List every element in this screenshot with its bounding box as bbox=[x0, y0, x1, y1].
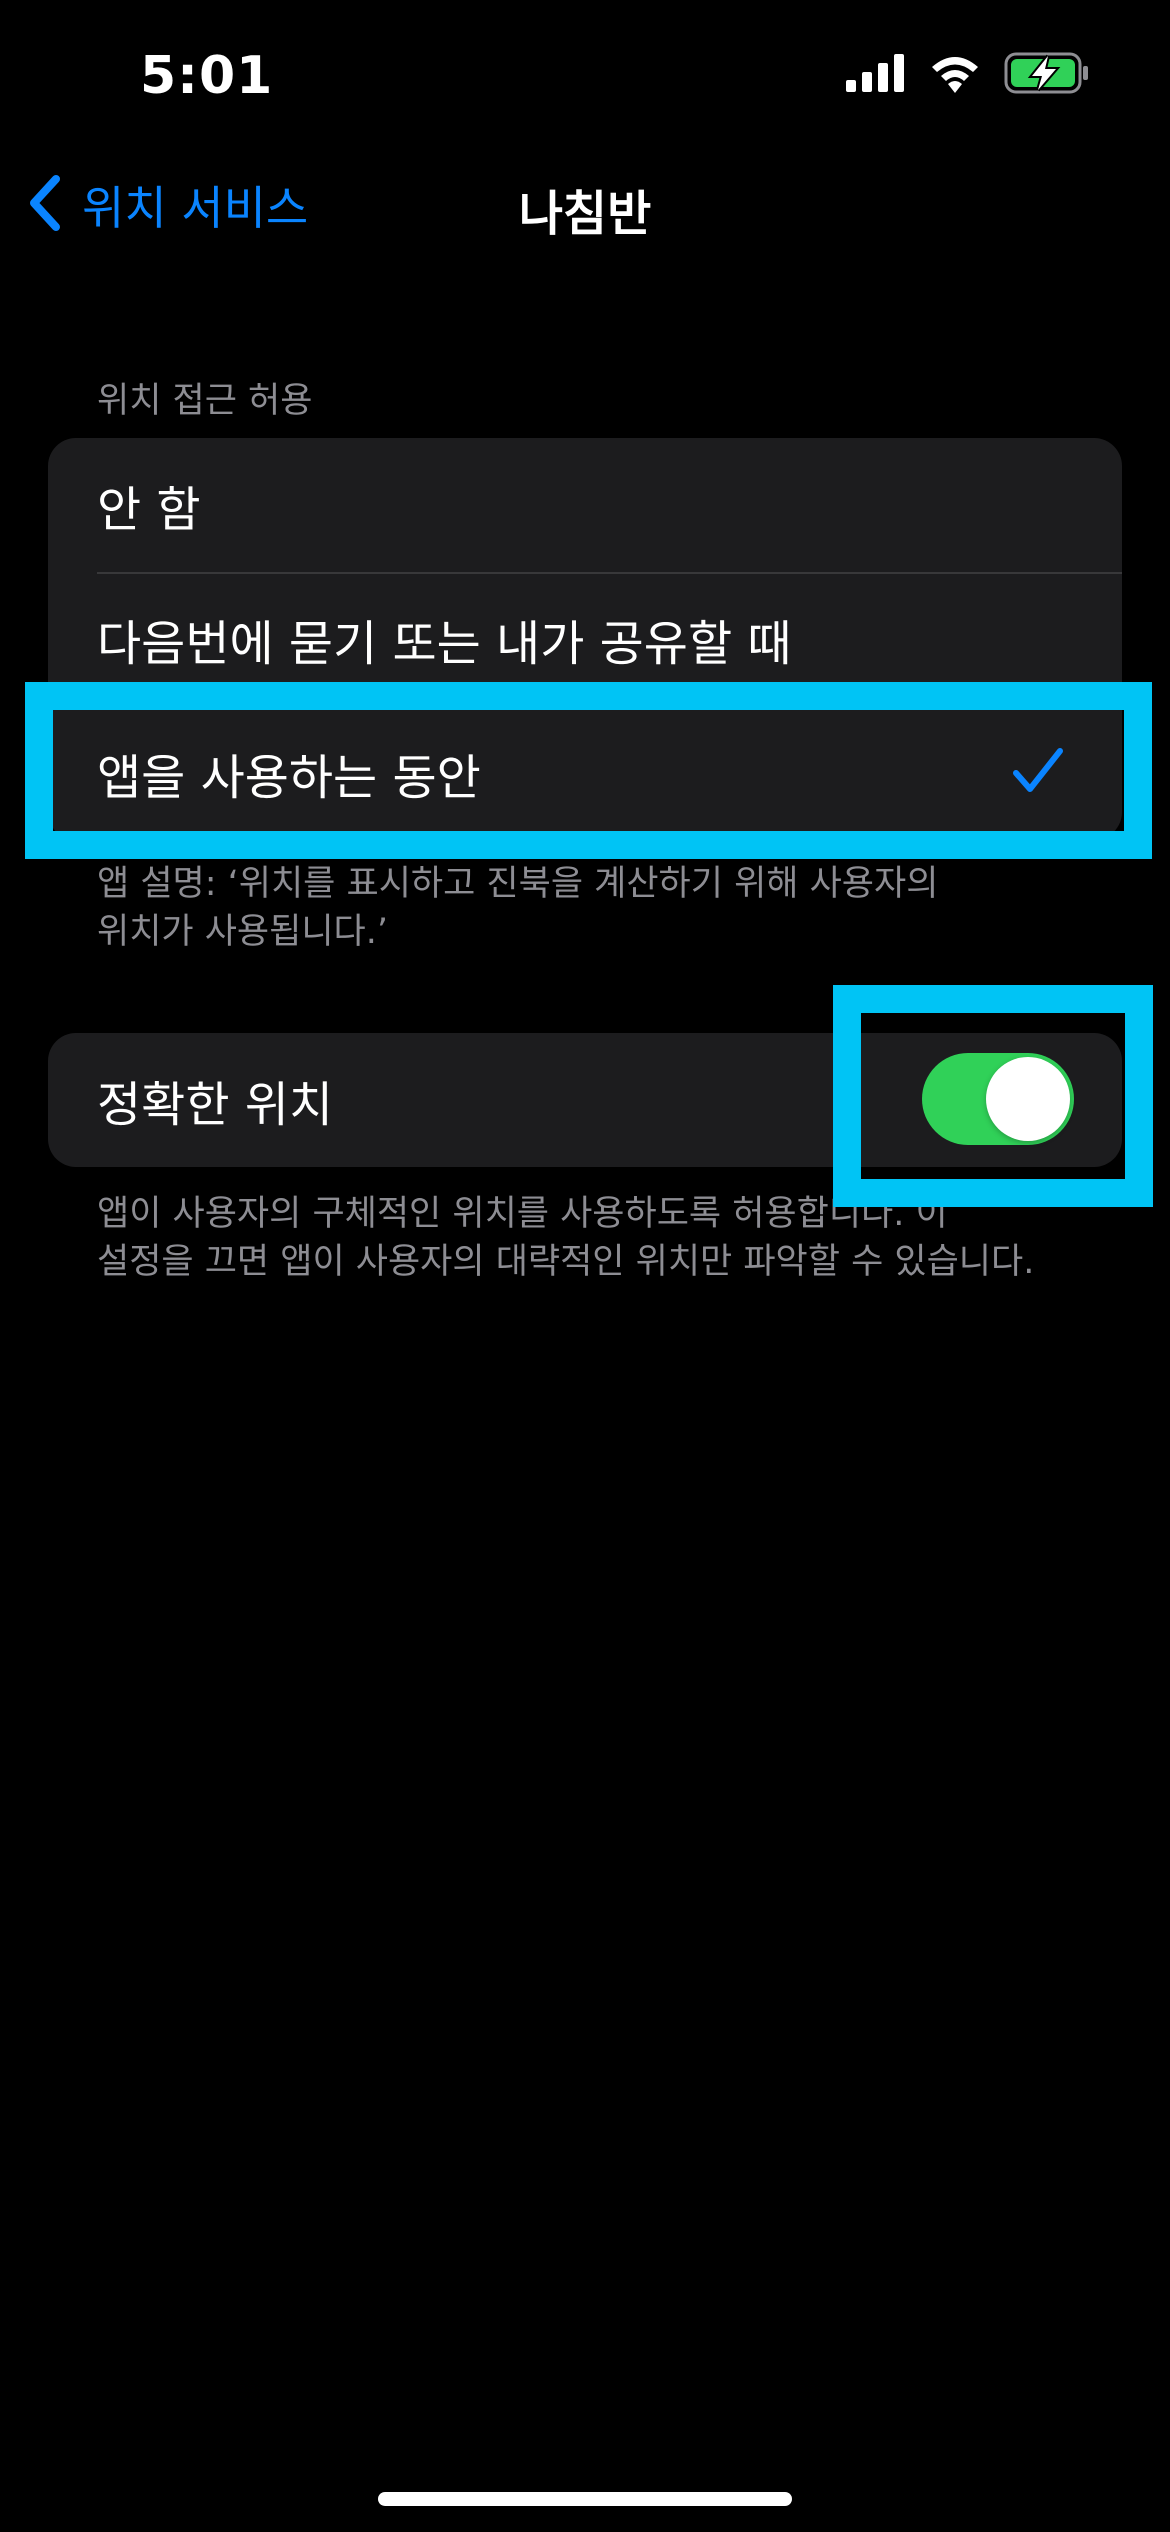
app-description-line: 앱 설명: ‘위치를 표시하고 진북을 계산하기 위해 사용자의 bbox=[97, 864, 939, 904]
status-time: 5:01 bbox=[140, 46, 274, 106]
precise-location-toggle[interactable] bbox=[922, 1053, 1074, 1145]
nav-bar: 위치 서비스 나침반 bbox=[0, 160, 1170, 260]
cellular-signal-icon bbox=[846, 54, 906, 96]
precise-location-description: 앱이 사용자의 구체적인 위치를 사용하도록 허용합니다. 이 설정을 끄면 앱… bbox=[97, 1190, 1097, 1286]
precise-location-group: 정확한 위치 bbox=[48, 1033, 1122, 1167]
wifi-icon bbox=[928, 53, 982, 97]
precise-location-label: 정확한 위치 bbox=[97, 1077, 334, 1133]
option-never[interactable]: 안 함 bbox=[48, 438, 1122, 572]
section-header-location-access: 위치 접근 허용 bbox=[97, 381, 313, 421]
status-bar: 5:01 bbox=[0, 0, 1170, 150]
precise-location-description-line: 설정을 끄면 앱이 사용자의 대략적인 위치만 파악할 수 있습니다. bbox=[97, 1242, 1035, 1282]
option-label: 앱을 사용하는 동안 bbox=[97, 750, 481, 806]
home-indicator[interactable] bbox=[378, 2492, 792, 2506]
option-label: 안 함 bbox=[97, 482, 201, 538]
location-access-group: 안 함 다음번에 묻기 또는 내가 공유할 때 앱을 사용하는 동안 bbox=[48, 438, 1122, 840]
app-description: 앱 설명: ‘위치를 표시하고 진북을 계산하기 위해 사용자의 위치가 사용됩… bbox=[97, 860, 1097, 956]
precise-location-row: 정확한 위치 bbox=[48, 1033, 1122, 1167]
option-label: 다음번에 묻기 또는 내가 공유할 때 bbox=[97, 616, 792, 672]
app-description-line: 위치가 사용됩니다.’ bbox=[97, 912, 388, 952]
precise-location-description-line: 앱이 사용자의 구체적인 위치를 사용하도록 허용합니다. 이 bbox=[97, 1194, 948, 1234]
status-icons bbox=[846, 52, 1090, 98]
page-title: 나침반 bbox=[518, 186, 652, 242]
option-ask-next-time[interactable]: 다음번에 묻기 또는 내가 공유할 때 bbox=[48, 572, 1122, 706]
checkmark-icon bbox=[1012, 747, 1064, 799]
toggle-knob bbox=[986, 1057, 1070, 1141]
option-while-using[interactable]: 앱을 사용하는 동안 bbox=[48, 706, 1122, 840]
battery-charging-icon bbox=[1004, 52, 1090, 98]
